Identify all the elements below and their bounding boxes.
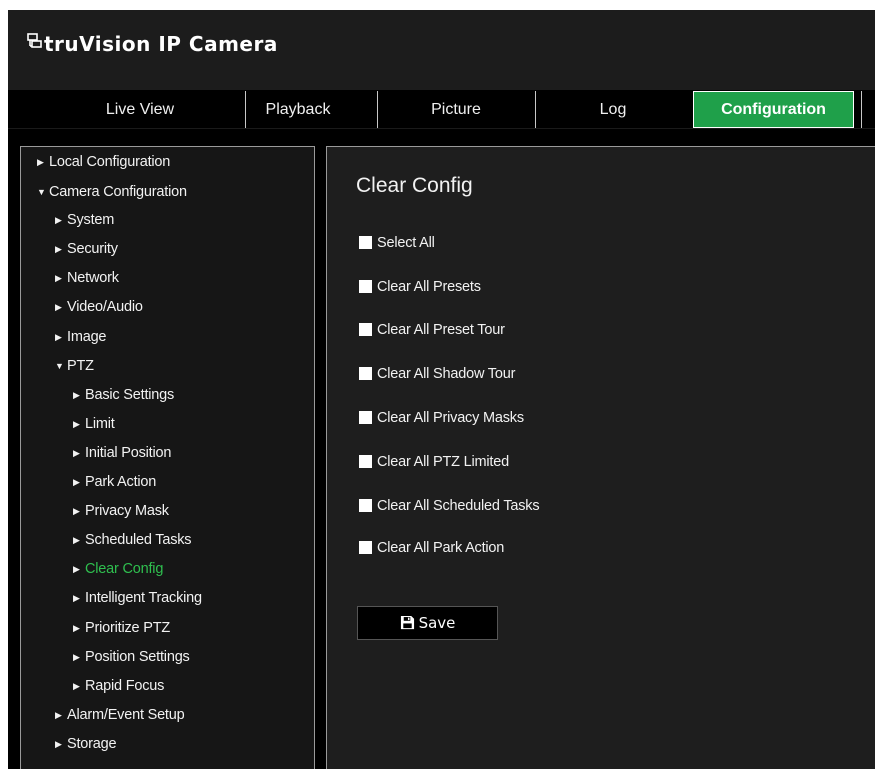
option-select-all[interactable]: Select All	[359, 234, 435, 252]
tab-divider	[377, 91, 378, 128]
option-clear-all-preset-tour[interactable]: Clear All Preset Tour	[359, 321, 505, 339]
tree-item-privacy-mask[interactable]: ▶ Privacy Mask	[73, 500, 169, 522]
caret-right-icon: ▶	[73, 390, 80, 400]
option-clear-all-park-action[interactable]: Clear All Park Action	[359, 539, 504, 557]
caret-right-icon: ▶	[73, 564, 80, 574]
caret-right-icon: ▶	[37, 157, 44, 167]
tree-item-ptz[interactable]: ▼ PTZ	[55, 355, 94, 377]
caret-right-icon: ▶	[55, 302, 62, 312]
tree-item-rapid-focus[interactable]: ▶ Rapid Focus	[73, 675, 164, 697]
caret-right-icon: ▶	[73, 681, 80, 691]
tree-item-park-action[interactable]: ▶ Park Action	[73, 471, 156, 493]
caret-right-icon: ▶	[55, 244, 62, 254]
clear-all-shadow-tour-checkbox[interactable]	[359, 367, 372, 380]
caret-right-icon: ▶	[73, 477, 80, 487]
tree-item-local-configuration[interactable]: ▶ Local Configuration	[37, 151, 170, 173]
camera-network-icon	[27, 33, 42, 48]
tree-item-image[interactable]: ▶ Image	[55, 326, 107, 348]
tree-item-alarm-event-setup[interactable]: ▶ Alarm/Event Setup	[55, 704, 185, 726]
header: truVision IP Camera	[8, 10, 875, 90]
top-nav: Live View Playback Picture Log Configura…	[8, 91, 875, 129]
clear-all-park-action-checkbox[interactable]	[359, 541, 372, 554]
tree-item-storage[interactable]: ▶ Storage	[55, 733, 117, 755]
caret-right-icon: ▶	[73, 652, 80, 662]
caret-right-icon: ▶	[55, 273, 62, 283]
tab-picture[interactable]: Picture	[396, 91, 516, 128]
select-all-checkbox[interactable]	[359, 236, 372, 249]
tree-item-basic-settings[interactable]: ▶ Basic Settings	[73, 384, 174, 406]
option-clear-all-shadow-tour[interactable]: Clear All Shadow Tour	[359, 365, 515, 383]
option-clear-all-scheduled-tasks[interactable]: Clear All Scheduled Tasks	[359, 497, 540, 515]
caret-down-icon: ▼	[37, 187, 46, 197]
tree-item-prioritize-ptz[interactable]: ▶ Prioritize PTZ	[73, 617, 170, 639]
tree-item-network[interactable]: ▶ Network	[55, 267, 119, 289]
tree-item-clear-config[interactable]: ▶ Clear Config	[73, 558, 163, 580]
page-title: Clear Config	[356, 174, 473, 197]
app-window: truVision IP Camera Live View Playback P…	[8, 10, 875, 769]
option-clear-all-presets[interactable]: Clear All Presets	[359, 278, 481, 296]
tab-live-view[interactable]: Live View	[80, 91, 200, 128]
caret-right-icon: ▶	[73, 593, 80, 603]
config-tree: ▶ Local Configuration ▼ Camera Configurati…	[20, 146, 315, 769]
caret-down-icon: ▼	[55, 361, 64, 371]
caret-right-icon: ▶	[73, 506, 80, 516]
tab-divider	[535, 91, 536, 128]
caret-right-icon: ▶	[73, 448, 80, 458]
caret-right-icon: ▶	[55, 215, 62, 225]
save-button-label: Save	[418, 614, 456, 632]
tab-playback[interactable]: Playback	[238, 91, 358, 128]
tree-item-scheduled-tasks[interactable]: ▶ Scheduled Tasks	[73, 529, 192, 551]
tree-item-intelligent-tracking[interactable]: ▶ Intelligent Tracking	[73, 587, 202, 609]
clear-all-presets-checkbox[interactable]	[359, 280, 372, 293]
tree-item-security[interactable]: ▶ Security	[55, 238, 118, 260]
tree-item-video-audio[interactable]: ▶ Video/Audio	[55, 296, 143, 318]
caret-right-icon: ▶	[73, 535, 80, 545]
save-button[interactable]: Save	[357, 606, 498, 640]
caret-right-icon: ▶	[55, 710, 62, 720]
clear-all-scheduled-tasks-checkbox[interactable]	[359, 499, 372, 512]
clear-all-preset-tour-checkbox[interactable]	[359, 323, 372, 336]
content-panel: Clear Config Select All Clear All Preset…	[326, 146, 875, 769]
tree-item-limit[interactable]: ▶ Limit	[73, 413, 115, 435]
clear-all-privacy-masks-checkbox[interactable]	[359, 411, 372, 424]
tree-item-camera-configuration[interactable]: ▼ Camera Configuration	[37, 181, 187, 203]
caret-right-icon: ▶	[55, 332, 62, 342]
option-clear-all-privacy-masks[interactable]: Clear All Privacy Masks	[359, 409, 524, 427]
tree-item-position-settings[interactable]: ▶ Position Settings	[73, 646, 190, 668]
tree-item-system[interactable]: ▶ System	[55, 209, 114, 231]
brand-name: truVision IP Camera	[44, 32, 278, 56]
floppy-disk-icon	[400, 615, 414, 630]
caret-right-icon: ▶	[73, 623, 80, 633]
caret-right-icon: ▶	[55, 739, 62, 749]
clear-all-ptz-limited-checkbox[interactable]	[359, 455, 372, 468]
tab-divider	[861, 91, 862, 128]
caret-right-icon: ▶	[73, 419, 80, 429]
tree-item-initial-position[interactable]: ▶ Initial Position	[73, 442, 171, 464]
option-clear-all-ptz-limited[interactable]: Clear All PTZ Limited	[359, 453, 509, 471]
tab-log[interactable]: Log	[553, 91, 673, 128]
brand-logo: truVision IP Camera	[27, 32, 278, 56]
tab-configuration[interactable]: Configuration	[693, 91, 854, 128]
